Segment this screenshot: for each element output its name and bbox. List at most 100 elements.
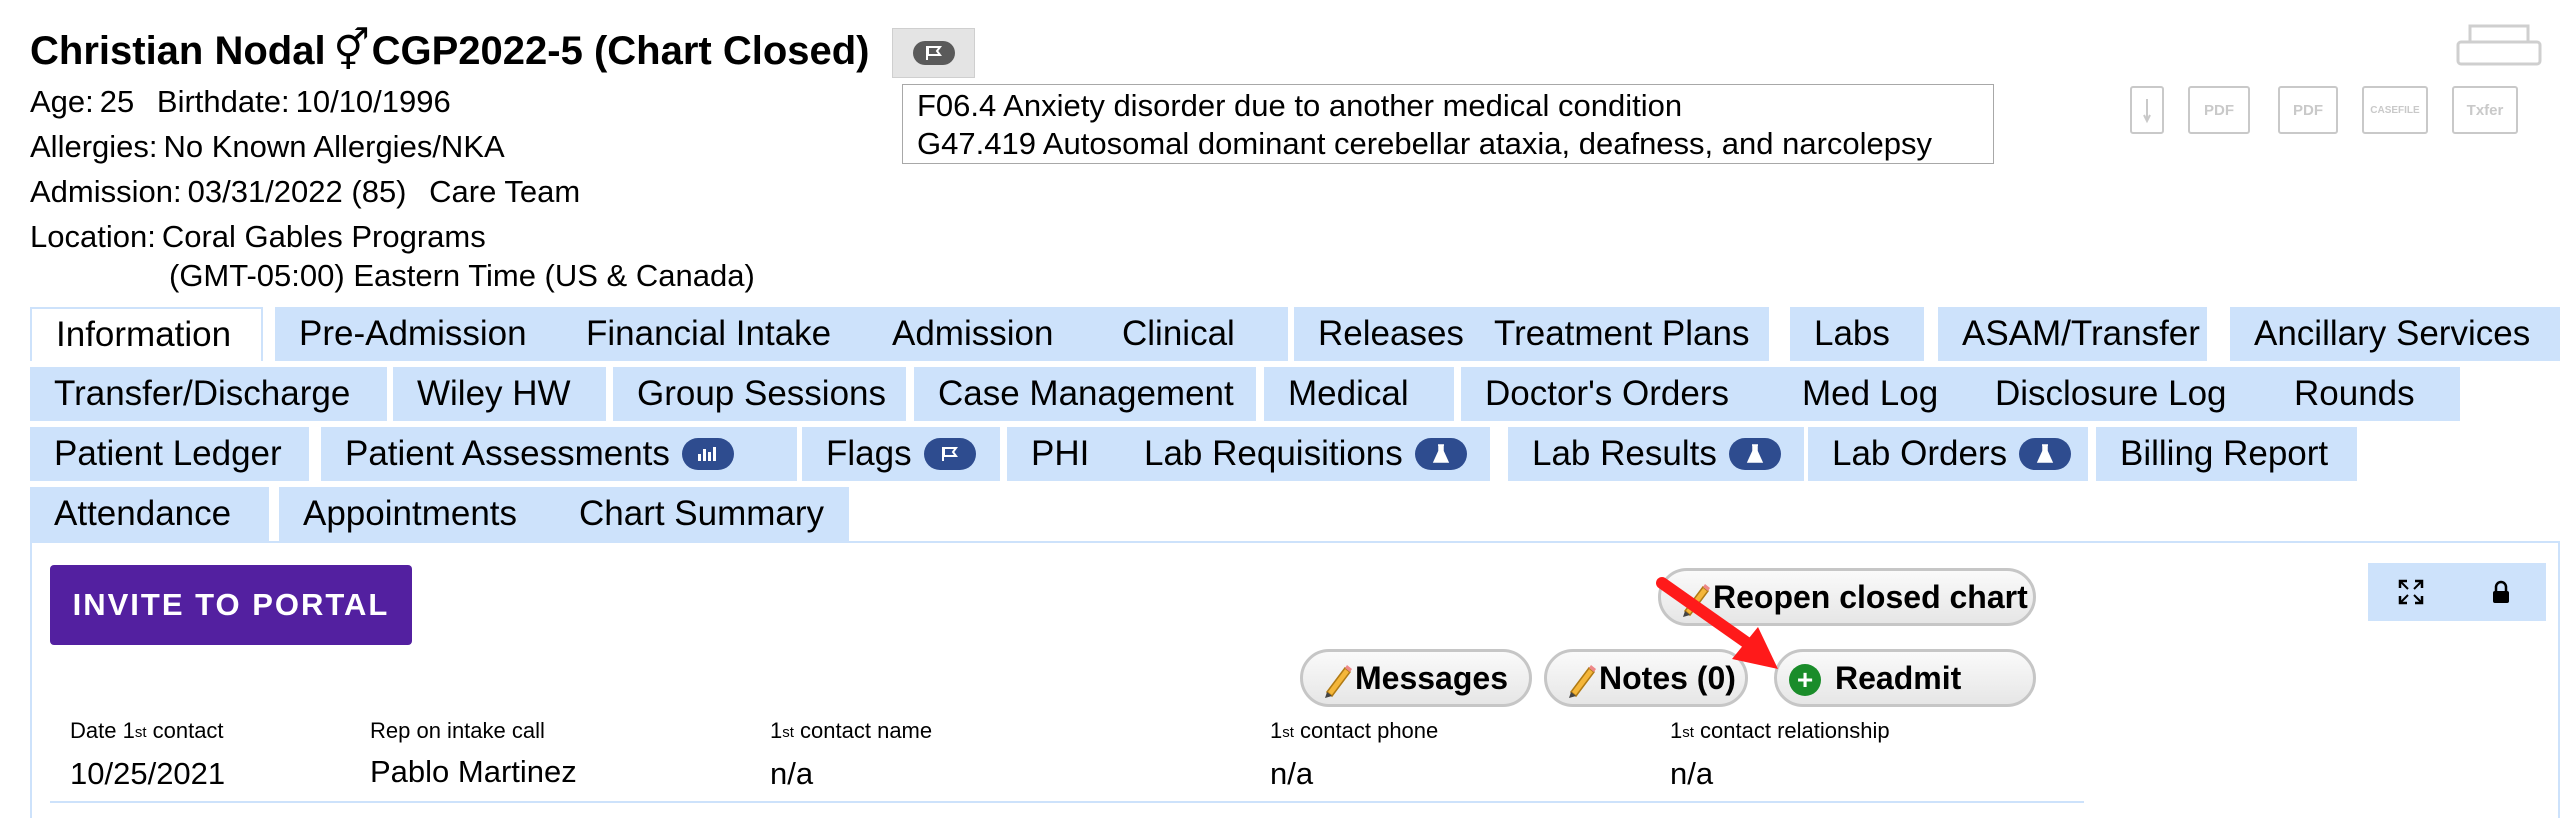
age-label: Age: bbox=[30, 84, 94, 119]
pencil-icon bbox=[1319, 662, 1353, 698]
messages-button[interactable]: Messages bbox=[1300, 649, 1532, 707]
flag-icon bbox=[923, 438, 976, 470]
tab-label: Group Sessions bbox=[637, 374, 887, 413]
tab-admission[interactable]: Admission bbox=[868, 307, 1110, 361]
lock-icon[interactable] bbox=[2486, 577, 2516, 607]
pdf-stack-icon[interactable]: PDF bbox=[2278, 86, 2338, 134]
tab-clinical[interactable]: Clinical bbox=[1098, 307, 1288, 361]
contact-phone-value: n/a bbox=[1270, 756, 1314, 791]
date-first-contact-value: 10/25/2021 bbox=[70, 756, 226, 791]
contact-relationship-label: 1st contact relationship bbox=[1670, 718, 1890, 743]
allergies-line: Allergies: No Known Allergies/NKA bbox=[30, 127, 519, 167]
date-first-contact-label: Date 1st contact bbox=[70, 718, 224, 743]
chart-flag-button[interactable] bbox=[892, 28, 975, 78]
tab-ancillary-services[interactable]: Ancillary Services bbox=[2230, 307, 2560, 361]
tab-case-management[interactable]: Case Management bbox=[914, 367, 1256, 421]
location-label: Location: bbox=[30, 219, 156, 254]
invite-to-portal-button[interactable]: INVITE TO PORTAL bbox=[50, 565, 412, 645]
tab-label: Treatment Plans bbox=[1494, 314, 1750, 353]
pencil-icon bbox=[1677, 581, 1711, 617]
tab-med-log[interactable]: Med Log bbox=[1778, 367, 1971, 421]
tab-treatment-plans[interactable]: Treatment Plans bbox=[1470, 307, 1769, 361]
patient-title: Christian Nodal ⚥ CGP2022-5 (Chart Close… bbox=[30, 24, 870, 78]
location-value: Coral Gables Programs bbox=[161, 219, 486, 254]
tab-pre-admission[interactable]: Pre-Admission bbox=[275, 307, 580, 361]
casefile-icon[interactable]: CASEFILE bbox=[2362, 86, 2428, 134]
tab-label: Clinical bbox=[1122, 314, 1235, 353]
tab-labs[interactable]: Labs bbox=[1790, 307, 1924, 361]
tab-label: Lab Requisitions bbox=[1144, 434, 1403, 473]
tab-chart-summary[interactable]: Chart Summary bbox=[555, 487, 849, 541]
tab-lab-requisitions[interactable]: Lab Requisitions bbox=[1120, 427, 1490, 481]
tab-disclosure-log[interactable]: Disclosure Log bbox=[1971, 367, 2277, 421]
tab-rounds[interactable]: Rounds bbox=[2270, 367, 2460, 421]
tab-transfer-discharge[interactable]: Transfer/Discharge bbox=[30, 367, 387, 421]
contact-name-field: 1st contact name n/a bbox=[770, 716, 932, 796]
bar-chart-icon bbox=[681, 438, 734, 470]
tab-row: Transfer/Discharge Wiley HW Group Sessio… bbox=[30, 367, 2560, 427]
diagnosis-item: G47.419 Autosomal dominant cerebellar at… bbox=[917, 126, 1933, 161]
tab-label: PHI bbox=[1031, 434, 1090, 473]
tab-patient-ledger[interactable]: Patient Ledger bbox=[30, 427, 309, 481]
tab-medical[interactable]: Medical bbox=[1264, 367, 1454, 421]
tab-phi[interactable]: PHI bbox=[1007, 427, 1120, 481]
clipboard-icon[interactable] bbox=[2130, 86, 2164, 134]
care-team-link[interactable]: Care Team bbox=[429, 174, 580, 209]
contact-phone-field: 1st contact phone n/a bbox=[1270, 716, 1438, 796]
tab-releases[interactable]: Releases bbox=[1294, 307, 1481, 361]
age-birthdate-line: Age: 25 Birthdate: 10/10/1996 bbox=[30, 82, 465, 122]
contact-phone-label: 1st contact phone bbox=[1270, 718, 1439, 743]
tab-financial-intake[interactable]: Financial Intake bbox=[562, 307, 887, 361]
pdf-label: PDF bbox=[2204, 101, 2234, 119]
patient-name: Christian Nodal bbox=[30, 29, 326, 73]
messages-label: Messages bbox=[1355, 659, 1508, 696]
expand-icon[interactable] bbox=[2396, 577, 2426, 607]
tab-label: Pre-Admission bbox=[299, 314, 527, 353]
tab-asam-transfer[interactable]: ASAM/Transfer bbox=[1938, 307, 2207, 361]
notes-button[interactable]: Notes (0) bbox=[1544, 649, 1748, 707]
reopen-chart-button[interactable]: Reopen closed chart bbox=[1658, 568, 2036, 626]
chart-id: CGP2022-5 (Chart Closed) bbox=[371, 29, 870, 73]
tab-appointments[interactable]: Appointments bbox=[279, 487, 557, 541]
allergies-value: No Known Allergies/NKA bbox=[163, 129, 505, 164]
tab-label: Doctor's Orders bbox=[1485, 374, 1729, 413]
tab-label: Attendance bbox=[54, 494, 232, 533]
tab-label: Releases bbox=[1318, 314, 1464, 353]
tab-label: Labs bbox=[1814, 314, 1890, 353]
rep-field: Rep on intake call Pablo Martinez bbox=[370, 716, 577, 794]
contact-name-value: n/a bbox=[770, 756, 814, 791]
allergies-label: Allergies: bbox=[30, 129, 158, 164]
tab-lab-orders[interactable]: Lab Orders bbox=[1808, 427, 2088, 481]
readmit-button[interactable]: + Readmit bbox=[1774, 649, 2036, 707]
tab-label: Appointments bbox=[303, 494, 518, 533]
tab-label: Admission bbox=[892, 314, 1054, 353]
tab-attendance[interactable]: Attendance bbox=[30, 487, 269, 541]
tab-row: Attendance Appointments Chart Summary bbox=[30, 487, 2560, 547]
transfer-icon[interactable]: Txfer bbox=[2452, 86, 2518, 134]
tab-information[interactable]: Information bbox=[30, 307, 263, 361]
tab-label: Case Management bbox=[938, 374, 1234, 413]
tab-label: Flags bbox=[826, 434, 912, 473]
gender-icon: ⚥ bbox=[333, 29, 370, 73]
intake-summary: Date 1st contact 10/25/2021 Rep on intak… bbox=[70, 716, 2070, 806]
tab-flags[interactable]: Flags bbox=[802, 427, 1000, 481]
tab-wiley-hw[interactable]: Wiley HW bbox=[393, 367, 606, 421]
birthdate-label: Birthdate: bbox=[156, 84, 290, 119]
casefile-label: CASEFILE bbox=[2370, 104, 2420, 116]
location-line: Location: Coral Gables Programs bbox=[30, 217, 500, 257]
tab-label: Ancillary Services bbox=[2254, 314, 2531, 353]
pdf-icon[interactable]: PDF bbox=[2188, 86, 2250, 134]
tab-billing-report[interactable]: Billing Report bbox=[2096, 427, 2357, 481]
tab-patient-assessments[interactable]: Patient Assessments bbox=[321, 427, 797, 481]
tab-doctors-orders[interactable]: Doctor's Orders bbox=[1461, 367, 1779, 421]
readmit-label: Readmit bbox=[1835, 659, 1962, 696]
flask-icon bbox=[2019, 438, 2072, 470]
printer-icon[interactable] bbox=[2456, 24, 2542, 68]
diagnosis-list: F06.4 Anxiety disorder due to another me… bbox=[902, 84, 1994, 164]
tab-group-sessions[interactable]: Group Sessions bbox=[613, 367, 906, 421]
tab-lab-results[interactable]: Lab Results bbox=[1508, 427, 1804, 481]
tab-label: Wiley HW bbox=[417, 374, 571, 413]
flask-icon bbox=[1728, 438, 1781, 470]
patient-header: Christian Nodal ⚥ CGP2022-5 (Chart Close… bbox=[30, 24, 2546, 299]
date-first-contact-field: Date 1st contact 10/25/2021 bbox=[70, 716, 225, 796]
